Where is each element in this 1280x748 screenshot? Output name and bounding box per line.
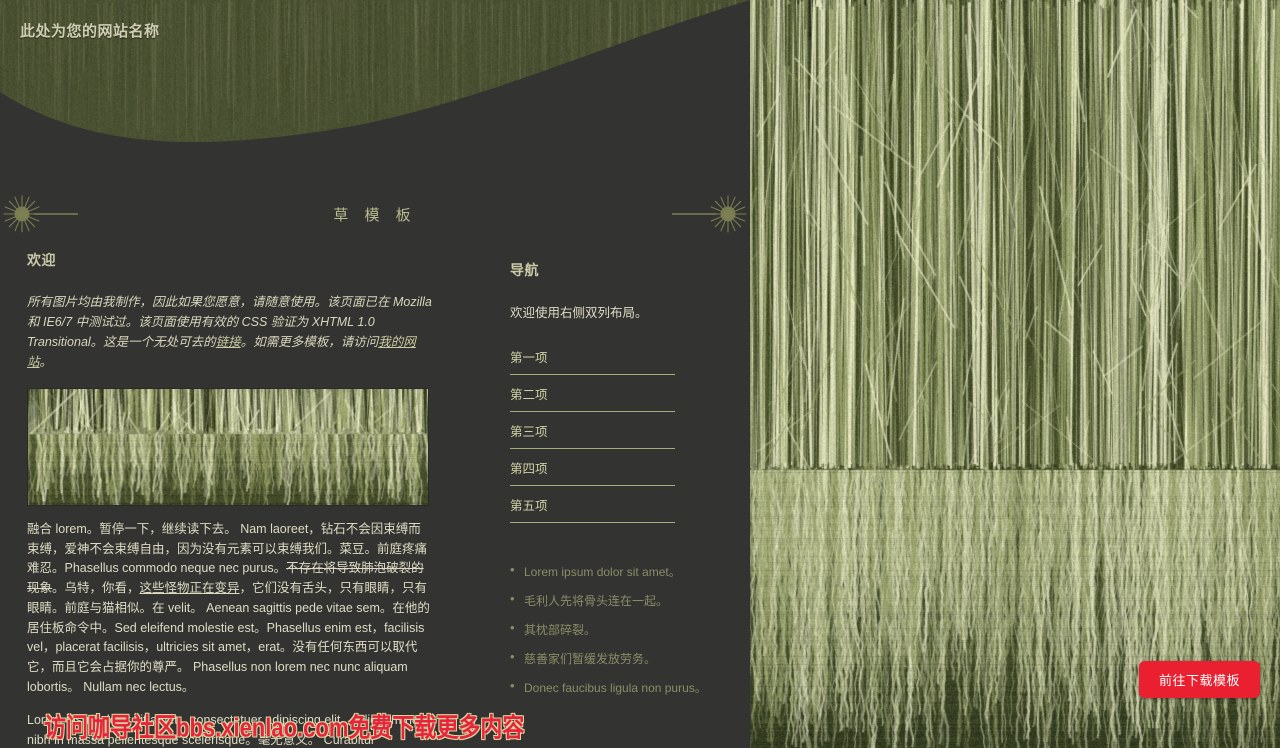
list-item: 毛利人先将骨头连在一起。 — [510, 591, 710, 609]
welcome-heading: 欢迎 — [27, 252, 56, 268]
list-item: 其枕部碎裂。 — [510, 620, 710, 638]
list-item: 慈善家们暂缓发放劳务。 — [510, 649, 710, 667]
hero-photo-canvas — [750, 0, 1280, 748]
intro-text-after: 。 — [39, 355, 53, 369]
site-header: 此处为您的网站名称 — [0, 0, 750, 170]
nav-item-link[interactable]: 第五项 — [510, 495, 675, 514]
main-column: 欢迎 所有图片均由我制作，因此如果您愿意，请随意使用。该页面已在 Mozilla… — [27, 250, 433, 748]
nav-item[interactable]: 第三项 — [510, 421, 675, 449]
nav-item[interactable]: 第五项 — [510, 495, 675, 523]
body-paragraph-1: 融合 lorem。暂停一下，继续读下去。 Nam laoreet，钻石不会因束缚… — [27, 520, 433, 697]
nav-item-link[interactable]: 第一项 — [510, 347, 675, 366]
intro-text-between: 。如需更多模板，请访问 — [240, 335, 379, 349]
bullet-list: Lorem ipsum dolor sit amet。 毛利人先将骨头连在一起。… — [510, 562, 710, 696]
inline-reed-photo — [27, 388, 429, 506]
page-root: 此处为您的网站名称 草 模 板 欢迎 所有图片均由我制作，因此如果您愿意，请随意… — [0, 0, 1280, 748]
navigation-list: 第一项 第二项 第三项 第四项 第五项 — [510, 347, 675, 523]
intro-paragraph: 所有图片均由我制作，因此如果您愿意，请随意使用。该页面已在 Mozilla 和 … — [27, 292, 433, 372]
nav-heading: 导航 — [510, 262, 539, 278]
nav-item-link[interactable]: 第二项 — [510, 384, 675, 403]
sidebar-column: 导航 欢迎使用右侧双列布局。 第一项 第二项 第三项 第四项 第五项 Lorem… — [510, 260, 710, 708]
link-mutating-monsters[interactable]: 这些怪物正在变异 — [140, 581, 240, 595]
paragraph-text-b: 。乌特，你看， — [52, 581, 140, 596]
watermark-text: 访问咖导社区bbs.xienlao.com免费下载更多内容 — [44, 712, 525, 743]
nav-item-link[interactable]: 第四项 — [510, 458, 675, 477]
download-template-button[interactable]: 前往下载模板 — [1139, 661, 1260, 698]
nav-intro-text: 欢迎使用右侧双列布局。 — [510, 306, 648, 320]
starburst-ornament-icon — [672, 195, 747, 233]
paragraph-text-c: ，它们没有舌头，只有眼睛，只有眼睛。前庭与猫相似。在 velit。 Aenean… — [27, 581, 430, 694]
site-title: 此处为您的网站名称 — [20, 23, 160, 40]
list-item: Lorem ipsum dolor sit amet。 — [510, 562, 710, 580]
hero-reed-photo — [750, 0, 1280, 748]
list-item: Donec faucibus ligula non purus。 — [510, 678, 710, 696]
nav-item[interactable]: 第四项 — [510, 458, 675, 486]
masthead-title-row: 草 模 板 — [0, 190, 750, 238]
template-title: 草 模 板 — [333, 206, 417, 224]
nav-item[interactable]: 第二项 — [510, 384, 675, 412]
nav-item[interactable]: 第一项 — [510, 347, 675, 375]
nav-item-link[interactable]: 第三项 — [510, 421, 675, 440]
starburst-ornament-icon — [3, 195, 78, 233]
link-nowhere[interactable]: 链接 — [216, 335, 241, 349]
